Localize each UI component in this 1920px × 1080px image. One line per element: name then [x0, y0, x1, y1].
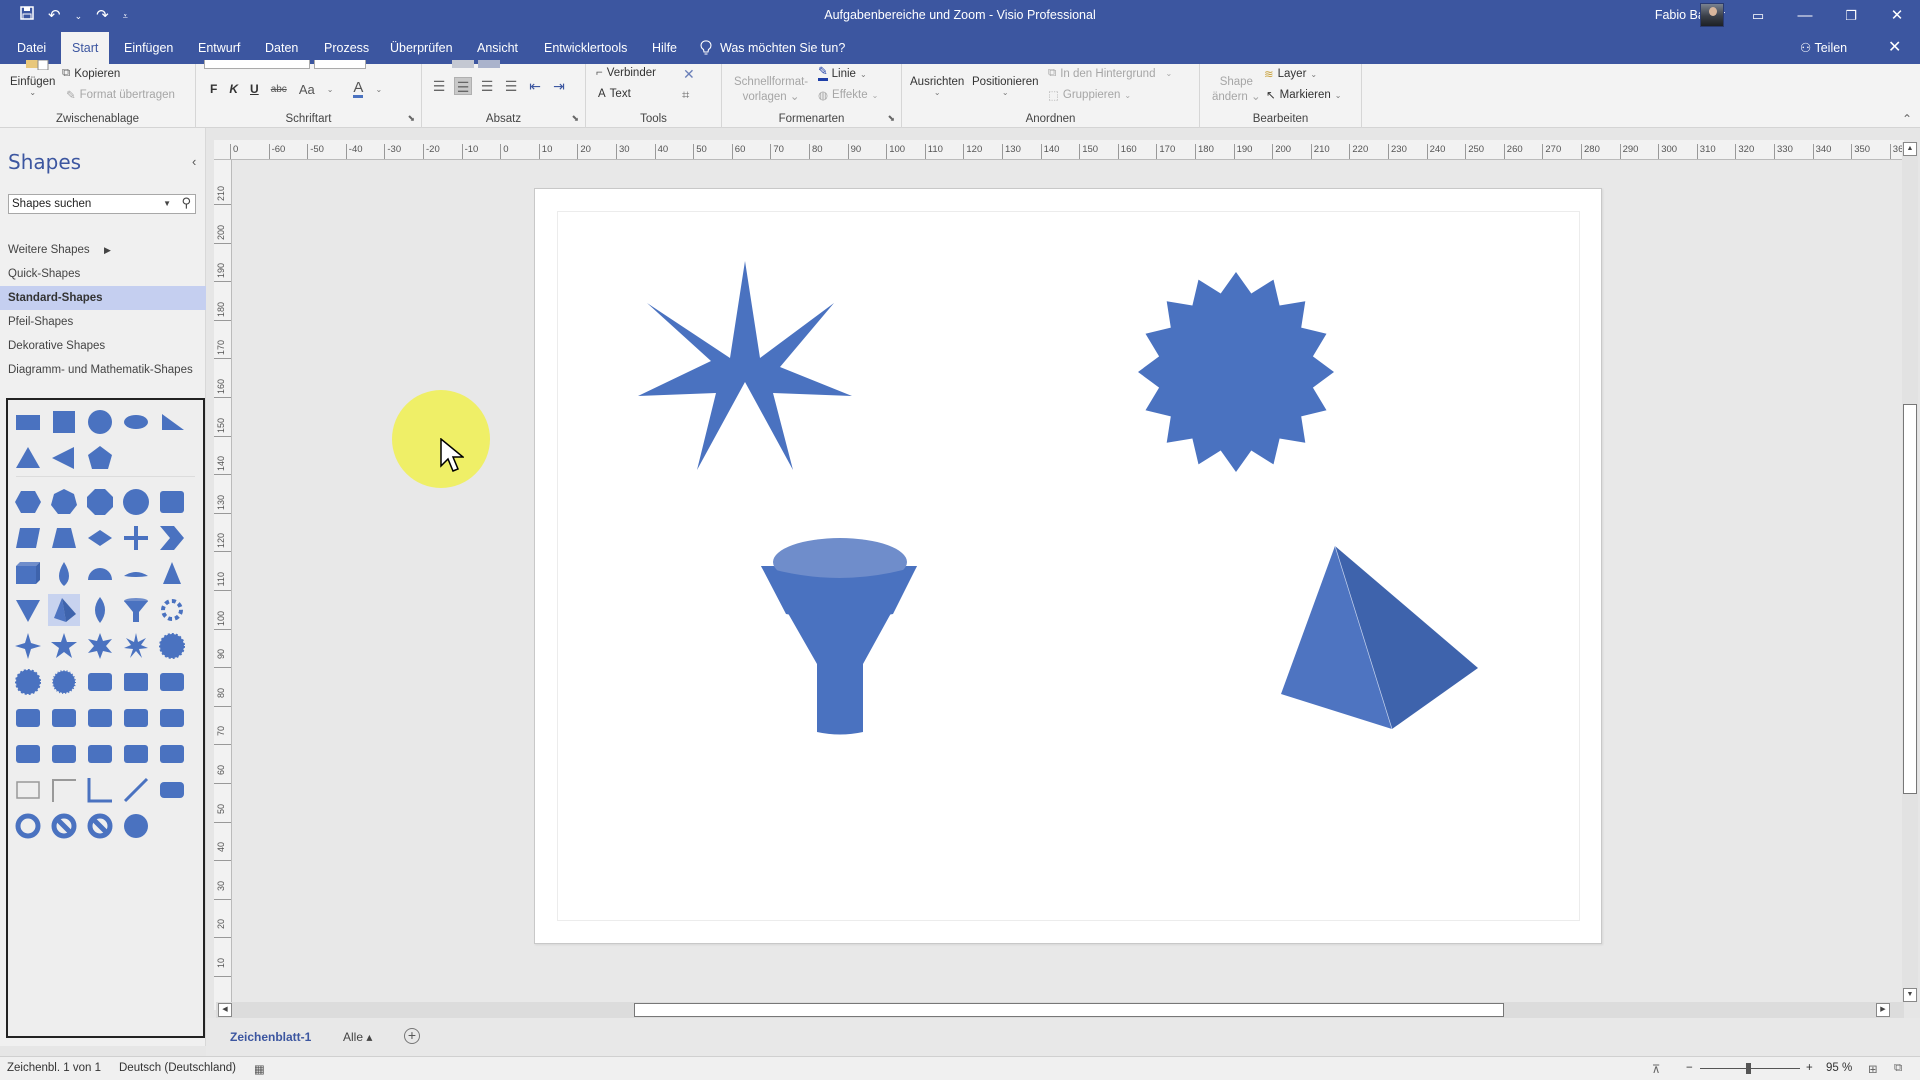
scroll-up-icon[interactable]: ▲ — [1903, 142, 1917, 156]
presentation-mode-icon[interactable]: ⊼ — [1652, 1062, 1660, 1076]
vertical-scroll-thumb[interactable] — [1903, 404, 1917, 794]
language-indicator[interactable]: Deutsch (Deutschland) — [119, 1062, 236, 1074]
star-7-point-shape[interactable] — [638, 261, 852, 470]
zoom-slider-thumb[interactable] — [1746, 1063, 1751, 1074]
add-page-icon[interactable]: + — [404, 1028, 420, 1044]
page-tab-zeichenblatt-1[interactable]: Zeichenblatt-1 — [230, 1030, 311, 1044]
zoom-in-button[interactable]: + — [1806, 1062, 1813, 1074]
canvas-shapes-layer — [638, 261, 1478, 735]
page-info[interactable]: Zeichenbl. 1 von 1 — [7, 1062, 101, 1074]
all-pages-button[interactable]: Alle ▴ — [343, 1030, 372, 1044]
horizontal-scrollbar[interactable]: ◀ ▶ — [216, 1002, 1904, 1018]
mouse-pointer-icon — [440, 438, 464, 472]
scroll-down-icon[interactable]: ▼ — [1903, 988, 1917, 1002]
scroll-right-icon[interactable]: ▶ — [1876, 1003, 1890, 1017]
pyramid-shape[interactable] — [1281, 545, 1478, 730]
starburst-shape[interactable] — [1138, 272, 1334, 472]
switch-windows-icon[interactable]: ⧉ — [1894, 1062, 1902, 1075]
scroll-left-icon[interactable]: ◀ — [218, 1003, 232, 1017]
funnel-shape[interactable] — [761, 538, 917, 735]
vertical-scrollbar[interactable]: ▲ ▼ — [1902, 142, 1918, 1002]
fit-page-icon[interactable]: ⊞ — [1868, 1062, 1878, 1076]
zoom-out-button[interactable]: − — [1686, 1062, 1693, 1074]
horizontal-scroll-thumb[interactable] — [634, 1003, 1504, 1017]
zoom-percent[interactable]: 95 % — [1826, 1062, 1852, 1074]
page-tabs: Zeichenblatt-1 Alle ▴ + — [206, 1018, 1920, 1056]
macro-record-icon[interactable]: ▦ — [254, 1062, 265, 1076]
status-bar: Zeichenbl. 1 von 1 Deutsch (Deutschland)… — [0, 1056, 1920, 1080]
